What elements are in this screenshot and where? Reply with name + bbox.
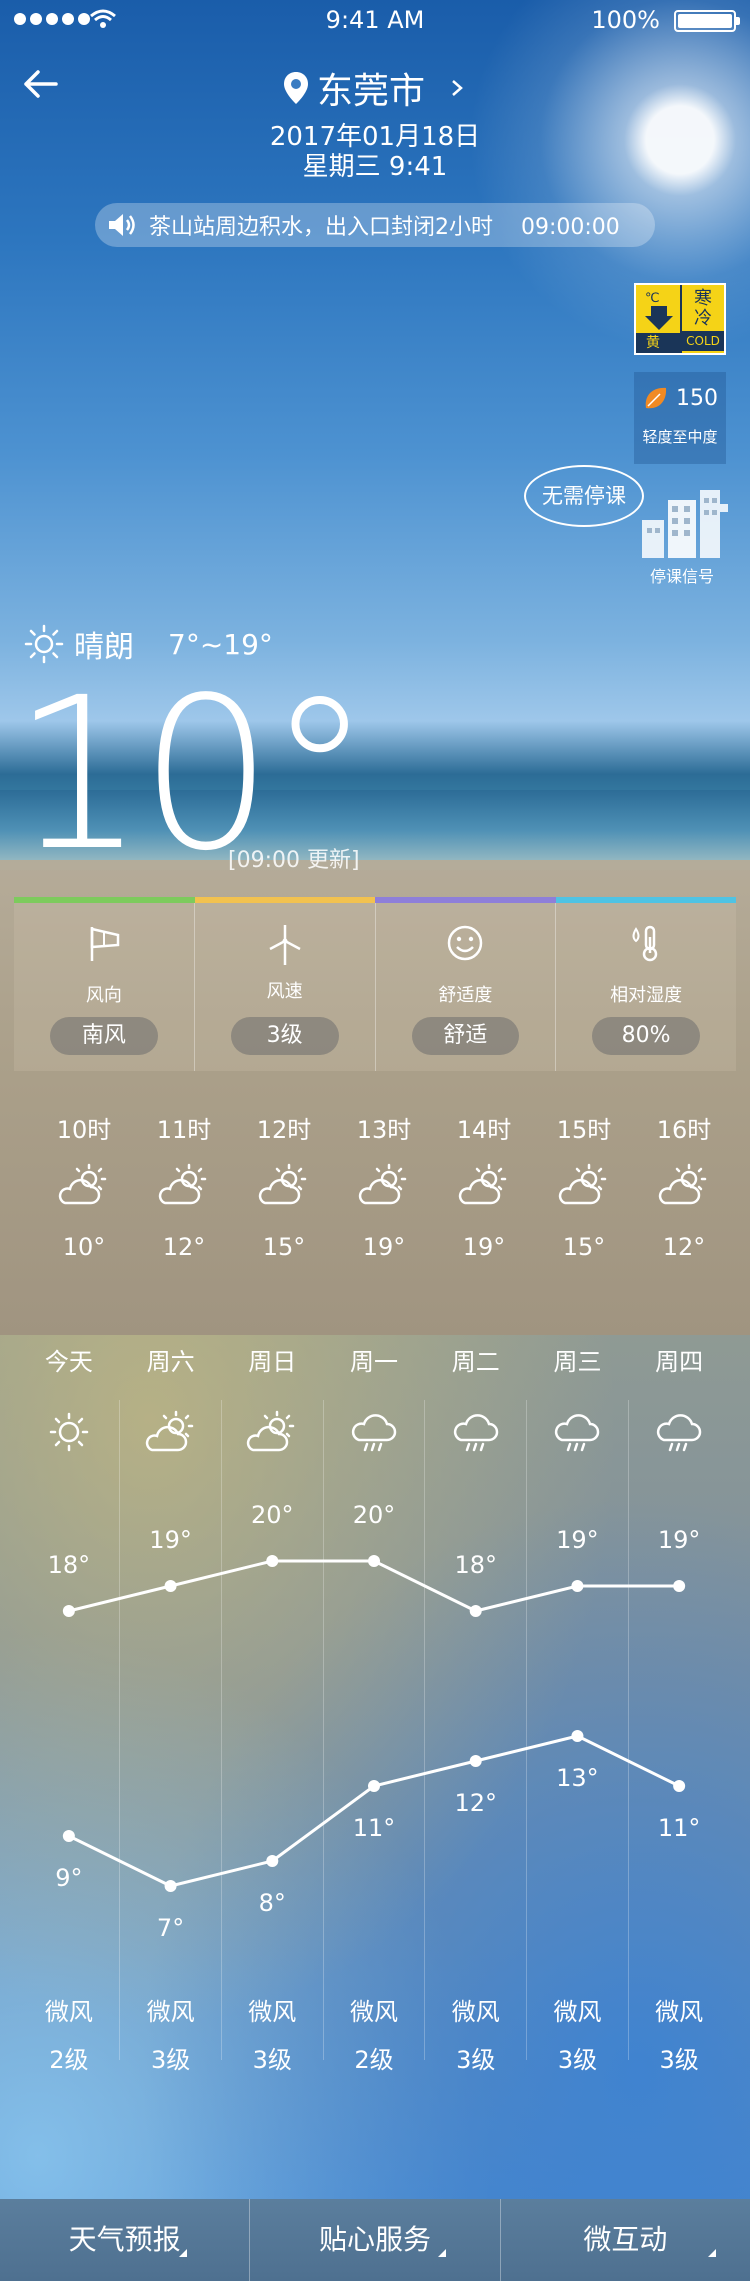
low-temp-line [68, 1734, 680, 1888]
low-temp-point [673, 1780, 686, 1792]
wind-dir-label: 微风 [44, 1998, 93, 2026]
high-temp-label: 18° [48, 1551, 91, 1579]
triangle-icon [437, 2249, 446, 2257]
high-temp-label: 19° [556, 1526, 599, 1554]
high-temp-point [164, 1580, 177, 1592]
low-temp-point [469, 1755, 482, 1767]
triangle-icon [707, 2249, 716, 2257]
low-temp-label: 7° [157, 1914, 184, 1942]
wind-level-label: 3级 [659, 2046, 699, 2074]
wind-level-label: 2级 [354, 2046, 394, 2074]
wind-level-label: 3级 [252, 2046, 292, 2074]
wind-level-label: 2级 [49, 2046, 89, 2074]
wind-dir-label: 微风 [248, 1998, 297, 2026]
high-temp-label: 20° [251, 1501, 294, 1529]
high-temp-point [469, 1605, 482, 1617]
daily-wind-direction: 微风 微风 微风 微风 微风 微风 微风 [18, 1992, 730, 2027]
low-temp-label: 11° [353, 1814, 396, 1842]
wind-dir-label: 微风 [553, 1998, 602, 2026]
high-temp-label: 20° [353, 1501, 396, 1529]
high-temp-label: 19° [658, 1526, 701, 1554]
low-temp-label: 12° [454, 1789, 497, 1817]
low-temp-point [571, 1730, 584, 1742]
tab-weather-forecast[interactable]: 天气预报 [0, 2199, 251, 2281]
tab-interaction[interactable]: 微互动 [501, 2199, 750, 2281]
low-temp-label: 11° [658, 1814, 701, 1842]
high-temp-point [571, 1580, 584, 1592]
high-temp-point [673, 1580, 686, 1592]
wind-dir-label: 微风 [146, 1998, 195, 2026]
tab-label: 天气预报 [68, 2223, 181, 2256]
low-temp-point [164, 1880, 177, 1892]
tab-label: 微互动 [583, 2223, 668, 2256]
high-temp-point [62, 1605, 75, 1617]
low-temp-label: 9° [55, 1864, 82, 1892]
wind-level-label: 3级 [150, 2046, 191, 2074]
high-temp-point [368, 1555, 380, 1567]
low-temp-label: 8° [259, 1889, 286, 1917]
low-temp-point [368, 1780, 380, 1792]
wind-dir-label: 微风 [451, 1998, 500, 2026]
low-temp-label: 13° [556, 1764, 599, 1792]
tab-services[interactable]: 贴心服务 [250, 2199, 501, 2281]
wind-level-label: 3级 [557, 2046, 598, 2074]
wind-level-label: 3级 [456, 2046, 496, 2074]
wind-dir-label: 微风 [350, 1998, 399, 2026]
high-temp-point [266, 1555, 279, 1567]
high-temp-label: 19° [149, 1526, 192, 1554]
low-temp-point [266, 1855, 279, 1867]
bottom-tab-bar: 天气预报 贴心服务 微互动 [0, 2199, 750, 2281]
low-temp-point [62, 1830, 75, 1842]
wind-dir-label: 微风 [655, 1998, 704, 2026]
tab-label: 贴心服务 [318, 2223, 431, 2256]
daily-wind-level: 2级 3级 3级 2级 3级 3级 3级 [18, 2040, 730, 2075]
temperature-chart: 18° 19° 20° 20° 18° 19° 19° 9° 7° 8° 11° 12° 13° 11° [48, 1501, 701, 1942]
high-temp-label: 18° [454, 1551, 497, 1579]
high-temp-line [68, 1559, 680, 1613]
triangle-icon [179, 2249, 188, 2257]
